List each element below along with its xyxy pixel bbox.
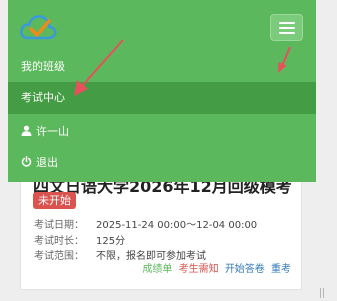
- nav-item-logout[interactable]: 退出: [8, 147, 316, 179]
- power-icon: [21, 156, 32, 167]
- page: 四文日语大学2026年12月回级模考 未开始 考试日期： 2025-11-24 …: [0, 0, 337, 301]
- scrollbar-grip[interactable]: [316, 284, 328, 301]
- nav-item-label: 我的班级: [21, 60, 65, 73]
- exam-date-row: 考试日期： 2025-11-24 00:00～12-04 00:00: [34, 216, 257, 231]
- exam-duration-label: 考试时长：: [34, 236, 84, 247]
- nav-item-label: 考试中心: [21, 91, 65, 104]
- exam-actions: 成绩单 考生需知 开始答卷 重考: [139, 260, 291, 275]
- nav-item-exam-center[interactable]: 考试中心: [8, 82, 316, 114]
- nav-item-user[interactable]: 许一山: [8, 116, 316, 148]
- nav-item-label: 退出: [36, 156, 58, 169]
- exam-duration-row: 考试时长： 125分: [34, 232, 125, 247]
- exam-card: 四文日语大学2026年12月回级模考 未开始 考试日期： 2025-11-24 …: [20, 170, 302, 290]
- retake-link[interactable]: 重考: [271, 264, 291, 275]
- nav-item-my-class[interactable]: 我的班级: [8, 51, 316, 83]
- exam-duration-value: 125分: [96, 236, 126, 247]
- user-icon: [21, 125, 32, 136]
- exam-date-label: 考试日期：: [34, 220, 84, 231]
- exam-scope-label: 考试范围：: [34, 251, 84, 262]
- status-badge: 未开始: [33, 192, 76, 209]
- exam-date-value: 2025-11-24 00:00～12-04 00:00: [96, 220, 258, 231]
- exam-scope-row: 考试范围： 不限，报名即可参加考试: [34, 247, 206, 262]
- cloud-check-logo[interactable]: [19, 12, 57, 42]
- nav-item-label: 许一山: [36, 125, 69, 138]
- start-exam-link[interactable]: 开始答卷: [225, 264, 265, 275]
- grades-link[interactable]: 成绩单: [142, 264, 172, 275]
- menu-toggle-button[interactable]: [270, 14, 303, 41]
- notice-link[interactable]: 考生需知: [179, 264, 219, 275]
